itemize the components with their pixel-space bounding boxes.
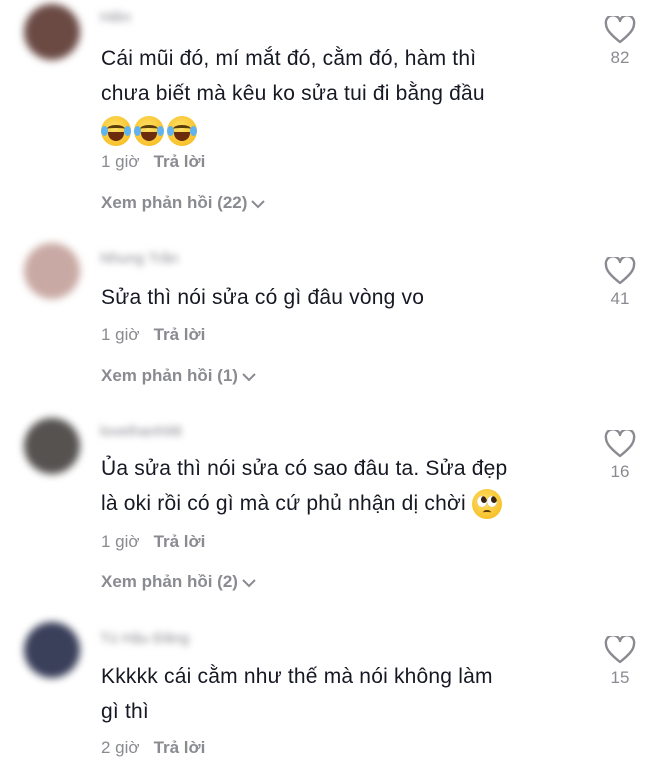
view-replies-button[interactable]: Xem phản hồi (22) bbox=[101, 193, 266, 213]
heart-icon bbox=[604, 257, 636, 285]
like-count: 16 bbox=[610, 462, 630, 481]
comment-text: Ủa sửa thì nói sửa có sao đâu ta. Sửa đẹ… bbox=[101, 451, 571, 521]
comment-text-line: Kkkkk cái cằm như thế mà nói không làm bbox=[101, 665, 493, 688]
like-button[interactable]: 41 bbox=[599, 257, 641, 309]
comment-text-line: chưa biết mà kêu ko sửa tui đi bằng đầu bbox=[101, 82, 485, 105]
view-replies-button[interactable]: Xem phản hồi (2) bbox=[101, 572, 257, 592]
view-replies-label: Xem phản hồi (1) bbox=[101, 366, 238, 385]
comment-username[interactable]: Nhung Trần bbox=[100, 250, 178, 268]
comment-meta: 1 giờ Trả lời bbox=[101, 325, 205, 345]
like-count: 82 bbox=[610, 48, 630, 67]
comment-text-line: Ủa sửa thì nói sửa có sao đâu ta. Sửa đẹ… bbox=[101, 457, 508, 480]
reply-button[interactable]: Trả lời bbox=[154, 325, 206, 344]
comment-username[interactable]: lovethanh98 bbox=[100, 423, 182, 441]
reply-button[interactable]: Trả lời bbox=[154, 152, 206, 171]
avatar[interactable] bbox=[24, 622, 80, 678]
avatar[interactable] bbox=[24, 418, 80, 474]
chevron-down-icon bbox=[242, 578, 256, 587]
avatar[interactable] bbox=[24, 243, 80, 299]
reply-button[interactable]: Trả lời bbox=[154, 738, 206, 757]
comment-time: 1 giờ bbox=[101, 325, 140, 344]
comment-time: 1 giờ bbox=[101, 532, 140, 551]
like-button[interactable]: 82 bbox=[599, 16, 641, 68]
like-button[interactable]: 16 bbox=[599, 430, 641, 482]
heart-icon bbox=[604, 16, 636, 44]
chevron-down-icon bbox=[251, 199, 266, 208]
comment-text-line: Sửa thì nói sửa có gì đâu vòng vo bbox=[101, 286, 425, 309]
avatar[interactable] bbox=[24, 4, 80, 60]
laughing-tears-emoji-icon bbox=[101, 116, 131, 147]
comment-meta: 1 giờ Trả lời bbox=[101, 152, 205, 172]
like-count: 15 bbox=[610, 668, 630, 687]
reply-button[interactable]: Trả lời bbox=[154, 532, 206, 551]
chevron-down-icon bbox=[242, 372, 256, 381]
heart-icon bbox=[604, 430, 636, 458]
comment-text: Sửa thì nói sửa có gì đâu vòng vo bbox=[101, 280, 571, 315]
heart-icon bbox=[604, 636, 636, 664]
laughing-tears-emoji-icon bbox=[134, 116, 164, 147]
comment-time: 1 giờ bbox=[101, 152, 140, 171]
comment-text: Cái mũi đó, mí mắt đó, cằm đó, hàm thì c… bbox=[101, 41, 571, 148]
comment-username[interactable]: Hiền bbox=[100, 9, 131, 27]
view-replies-label: Xem phản hồi (22) bbox=[101, 193, 248, 212]
comment-emoji-row bbox=[101, 113, 571, 148]
view-replies-button[interactable]: Xem phản hồi (1) bbox=[101, 366, 257, 386]
comment-meta: 1 giờ Trả lời bbox=[101, 532, 205, 552]
comment-text-line: Cái mũi đó, mí mắt đó, cằm đó, hàm thì bbox=[101, 47, 477, 70]
like-count: 41 bbox=[610, 289, 630, 308]
laughing-tears-emoji-icon bbox=[167, 116, 197, 147]
comment-text: Kkkkk cái cằm như thế mà nói không làm g… bbox=[101, 659, 571, 729]
comment-text-line: gì thì bbox=[101, 700, 149, 723]
like-button[interactable]: 15 bbox=[599, 636, 641, 688]
view-replies-label: Xem phản hồi (2) bbox=[101, 572, 238, 591]
pleading-face-emoji-icon bbox=[471, 489, 502, 520]
comment-time: 2 giờ bbox=[101, 738, 140, 757]
comment-username[interactable]: Tú Hậu Đăng bbox=[100, 630, 189, 648]
comment-text-line: là oki rồi có gì mà cứ phủ nhận dị chời bbox=[101, 486, 571, 521]
comment-meta: 2 giờ Trả lời bbox=[101, 738, 205, 758]
